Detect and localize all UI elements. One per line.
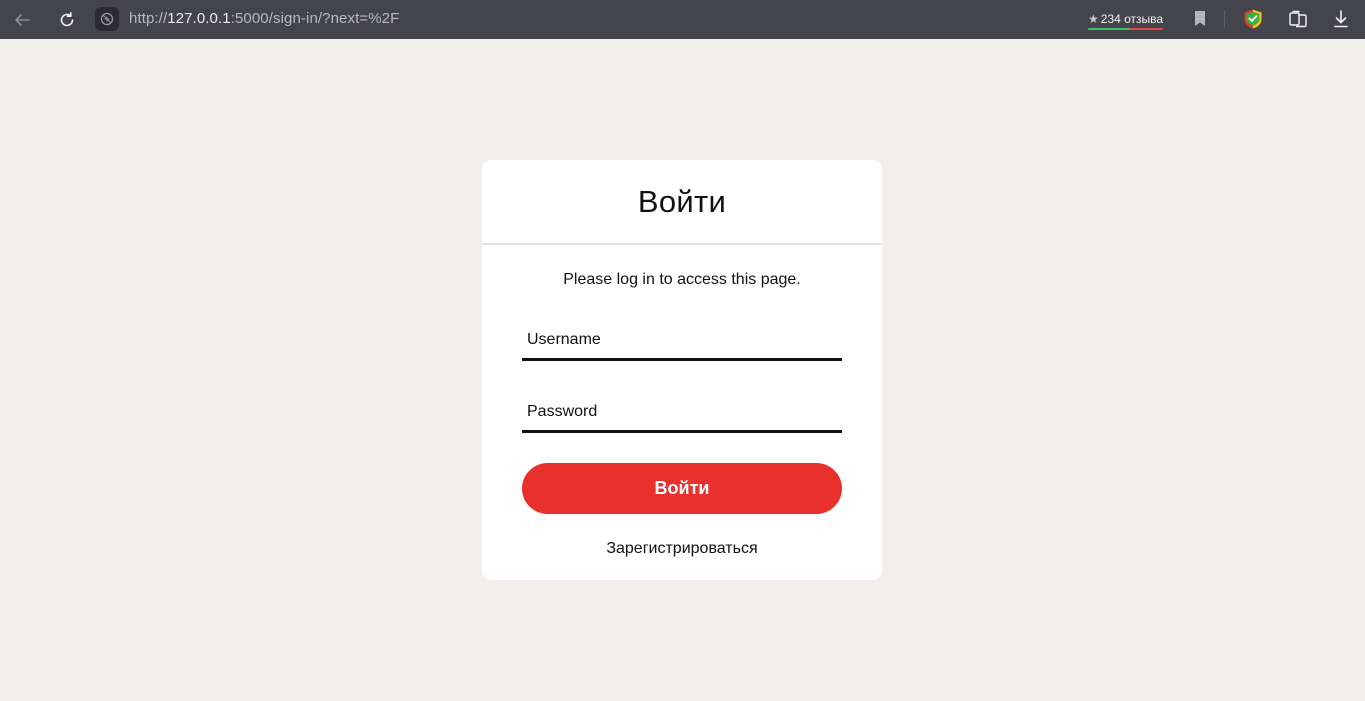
bookmark-button[interactable] — [1193, 10, 1207, 33]
bookmark-icon — [1195, 11, 1205, 26]
login-card-header: Войти — [482, 160, 882, 245]
collections-icon — [1289, 10, 1307, 28]
site-info-button[interactable] — [95, 7, 119, 31]
rating-bar — [1088, 28, 1164, 30]
login-card: Войти Please log in to access this page.… — [482, 160, 882, 580]
insecure-site-icon — [100, 12, 114, 26]
downloads-button[interactable] — [1332, 9, 1350, 34]
shield-icon — [1244, 9, 1262, 29]
toolbar-divider — [1224, 10, 1225, 28]
browser-toolbar: http://127.0.0.1:5000/sign-in/?next=%2F … — [0, 0, 1365, 39]
login-notice: Please log in to access this page. — [563, 271, 801, 288]
reviews-count: 234 отзыва — [1100, 12, 1164, 26]
url-path: :5000/sign-in/?next=%2F — [230, 10, 400, 27]
login-title: Войти — [637, 183, 727, 219]
password-field[interactable] — [522, 393, 842, 433]
reviews-badge[interactable]: ★ 234 отзыва — [1088, 8, 1164, 30]
url-scheme: http:// — [129, 10, 168, 27]
arrow-left-icon — [15, 14, 30, 26]
download-icon — [1334, 10, 1348, 28]
reload-button[interactable] — [55, 8, 79, 32]
register-link[interactable]: Зарегистрироваться — [482, 540, 882, 558]
reload-icon — [60, 12, 74, 27]
collections-button[interactable] — [1288, 9, 1308, 34]
username-field[interactable] — [522, 321, 842, 361]
back-button[interactable] — [10, 8, 34, 32]
url-host: 127.0.0.1 — [167, 10, 231, 27]
login-button[interactable]: Войти — [522, 463, 842, 514]
star-icon: ★ — [1088, 12, 1099, 26]
protect-button[interactable] — [1242, 8, 1264, 35]
address-bar[interactable]: http://127.0.0.1:5000/sign-in/?next=%2F — [129, 10, 399, 27]
